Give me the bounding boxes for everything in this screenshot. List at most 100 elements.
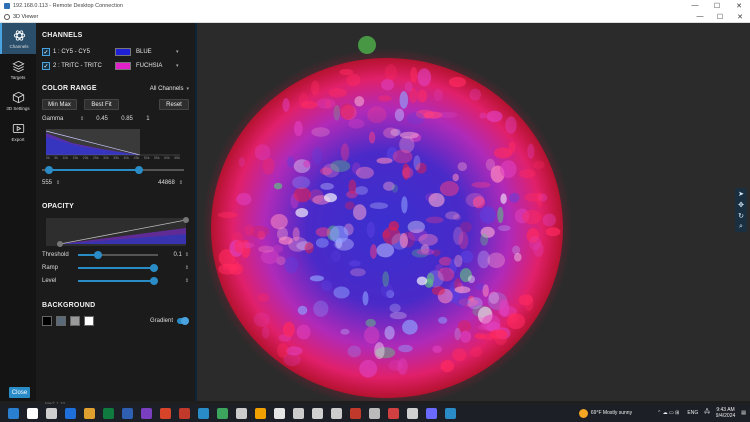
- taskbar-app-icon[interactable]: [255, 407, 266, 419]
- rail-item-3d-settings[interactable]: 3D Settings: [0, 85, 36, 116]
- clock[interactable]: 9:43 AM 9/4/2024: [716, 407, 735, 419]
- slider-handle[interactable]: [150, 277, 158, 285]
- 3d-viewport[interactable]: ➤ ✥ ↻ ⌕: [195, 23, 750, 408]
- stepper-icon[interactable]: ⇕: [80, 116, 84, 122]
- taskbar-app-icon[interactable]: [198, 407, 209, 419]
- taskbar-app-icon[interactable]: [445, 407, 456, 419]
- opacity-curve[interactable]: [42, 216, 190, 248]
- maximize-button[interactable]: ☐: [706, 2, 728, 10]
- zoom-icon[interactable]: ⌕: [735, 221, 747, 232]
- channel-checkbox[interactable]: ✓: [42, 62, 50, 70]
- stepper-icon[interactable]: ⇕: [185, 265, 189, 271]
- taskbar-app-icon[interactable]: [369, 407, 380, 419]
- language-indicator[interactable]: ENG: [687, 410, 698, 416]
- channel-color-swatch[interactable]: [115, 62, 131, 70]
- background-swatch-slate[interactable]: [56, 316, 66, 326]
- background-swatch-gray[interactable]: [70, 316, 80, 326]
- stepper-icon[interactable]: ⇕: [185, 278, 189, 284]
- viewer-close-button[interactable]: ✕: [730, 13, 750, 21]
- taskbar-app-icon[interactable]: [312, 407, 323, 419]
- range-slider[interactable]: [42, 165, 184, 175]
- taskbar-app-icon[interactable]: [426, 407, 437, 419]
- taskbar-app-icon[interactable]: [217, 407, 228, 419]
- reset-button[interactable]: Reset: [159, 99, 189, 110]
- channel-color-name[interactable]: FUCHSIA: [136, 63, 176, 69]
- cell-blob: [374, 342, 385, 360]
- taskbar-app-icon[interactable]: [27, 407, 38, 419]
- taskbar-app-icon[interactable]: [274, 407, 285, 419]
- background-swatch-black[interactable]: [42, 316, 52, 326]
- gradient-toggle[interactable]: [177, 317, 189, 325]
- stepper-icon[interactable]: ⇕: [56, 180, 60, 186]
- taskbar-app-icon[interactable]: [179, 407, 190, 419]
- cell-blob: [262, 157, 275, 175]
- channel-color-name[interactable]: BLUE: [136, 49, 176, 55]
- cell-blob: [508, 141, 516, 154]
- taskbar-app-icon[interactable]: [407, 407, 418, 419]
- taskbar-app-icon[interactable]: [84, 407, 95, 419]
- cell-blob: [500, 160, 517, 179]
- taskbar-app-icon[interactable]: [331, 407, 342, 419]
- histogram[interactable]: 0k 5k 10k 15k 20k 25k 30k 35k 40k 45k 50k 55k 60k 65k: [42, 127, 184, 163]
- video-icon: [12, 123, 24, 133]
- range-min-value[interactable]: 555: [42, 180, 52, 186]
- taskbar-app-icon[interactable]: [65, 407, 76, 419]
- notification-icon[interactable]: ▤: [741, 410, 746, 416]
- best-fit-button[interactable]: Best Fit: [84, 99, 119, 110]
- threshold-slider[interactable]: [78, 250, 158, 260]
- histogram-tick: 60k: [164, 156, 170, 160]
- minimize-button[interactable]: —: [684, 2, 706, 10]
- threshold-value[interactable]: 0.1: [173, 252, 181, 258]
- channel-color-swatch[interactable]: [115, 48, 131, 56]
- viewer-maximize-button[interactable]: ☐: [710, 13, 730, 21]
- slider-handle[interactable]: [94, 251, 102, 259]
- cell-blob: [313, 300, 329, 317]
- stepper-icon[interactable]: ⇕: [185, 252, 189, 258]
- min-max-button[interactable]: Min Max: [42, 99, 77, 110]
- chevron-down-icon[interactable]: ▾: [176, 63, 179, 69]
- taskbar-app-icon[interactable]: [160, 407, 171, 419]
- channel-selector[interactable]: All Channels: [150, 86, 184, 92]
- taskbar-app-icon[interactable]: [388, 407, 399, 419]
- windows-start-icon[interactable]: [8, 407, 19, 419]
- taskbar-app-icon[interactable]: [141, 407, 152, 419]
- slider-handle[interactable]: [150, 264, 158, 272]
- tray-icons[interactable]: ⌃ ☁ ▭ ⊞: [657, 410, 679, 416]
- gamma-value[interactable]: 0.85: [121, 116, 146, 122]
- gamma-value[interactable]: 0.45: [96, 116, 121, 122]
- histogram-tick: 0k: [46, 156, 50, 160]
- rail-item-channels[interactable]: Channels: [0, 23, 36, 54]
- rotate-icon[interactable]: ↻: [735, 210, 747, 221]
- level-slider[interactable]: [78, 276, 158, 286]
- taskbar-app-icon[interactable]: [103, 407, 114, 419]
- cell-blob: [277, 343, 289, 358]
- viewer-minimize-button[interactable]: —: [690, 13, 710, 21]
- pointer-icon[interactable]: ➤: [735, 188, 747, 199]
- opacity-chart: [46, 217, 189, 247]
- background-swatch-white[interactable]: [84, 316, 94, 326]
- range-max-value[interactable]: 44868: [158, 180, 175, 186]
- stepper-icon[interactable]: ⇕: [179, 180, 183, 186]
- range-max-handle[interactable]: [134, 166, 143, 174]
- chevron-down-icon[interactable]: ▾: [186, 86, 189, 92]
- channel-checkbox[interactable]: ✓: [42, 48, 50, 56]
- taskbar-app-icon[interactable]: [236, 407, 247, 419]
- rail-item-targets[interactable]: Targets: [0, 54, 36, 85]
- taskbar-app-icon[interactable]: [293, 407, 304, 419]
- taskbar-app-icon[interactable]: [46, 407, 57, 419]
- network-icon[interactable]: 🖧: [704, 409, 710, 417]
- close-button[interactable]: Close: [9, 387, 30, 398]
- range-min-handle[interactable]: [45, 166, 54, 174]
- move-icon[interactable]: ✥: [735, 199, 747, 210]
- cell-blob: [362, 291, 369, 306]
- weather-text[interactable]: 69°F Mostly sunny: [591, 410, 632, 416]
- ramp-slider[interactable]: [78, 263, 158, 273]
- chevron-down-icon[interactable]: ▾: [176, 49, 179, 55]
- close-window-button[interactable]: ✕: [728, 2, 750, 10]
- gamma-value[interactable]: 1: [146, 116, 149, 122]
- cell-blob: [391, 184, 398, 193]
- taskbar-app-icon[interactable]: [122, 407, 133, 419]
- taskbar-app-icon[interactable]: [350, 407, 361, 419]
- histogram-tick: 55k: [153, 156, 160, 160]
- rail-item-export[interactable]: Export: [0, 116, 36, 147]
